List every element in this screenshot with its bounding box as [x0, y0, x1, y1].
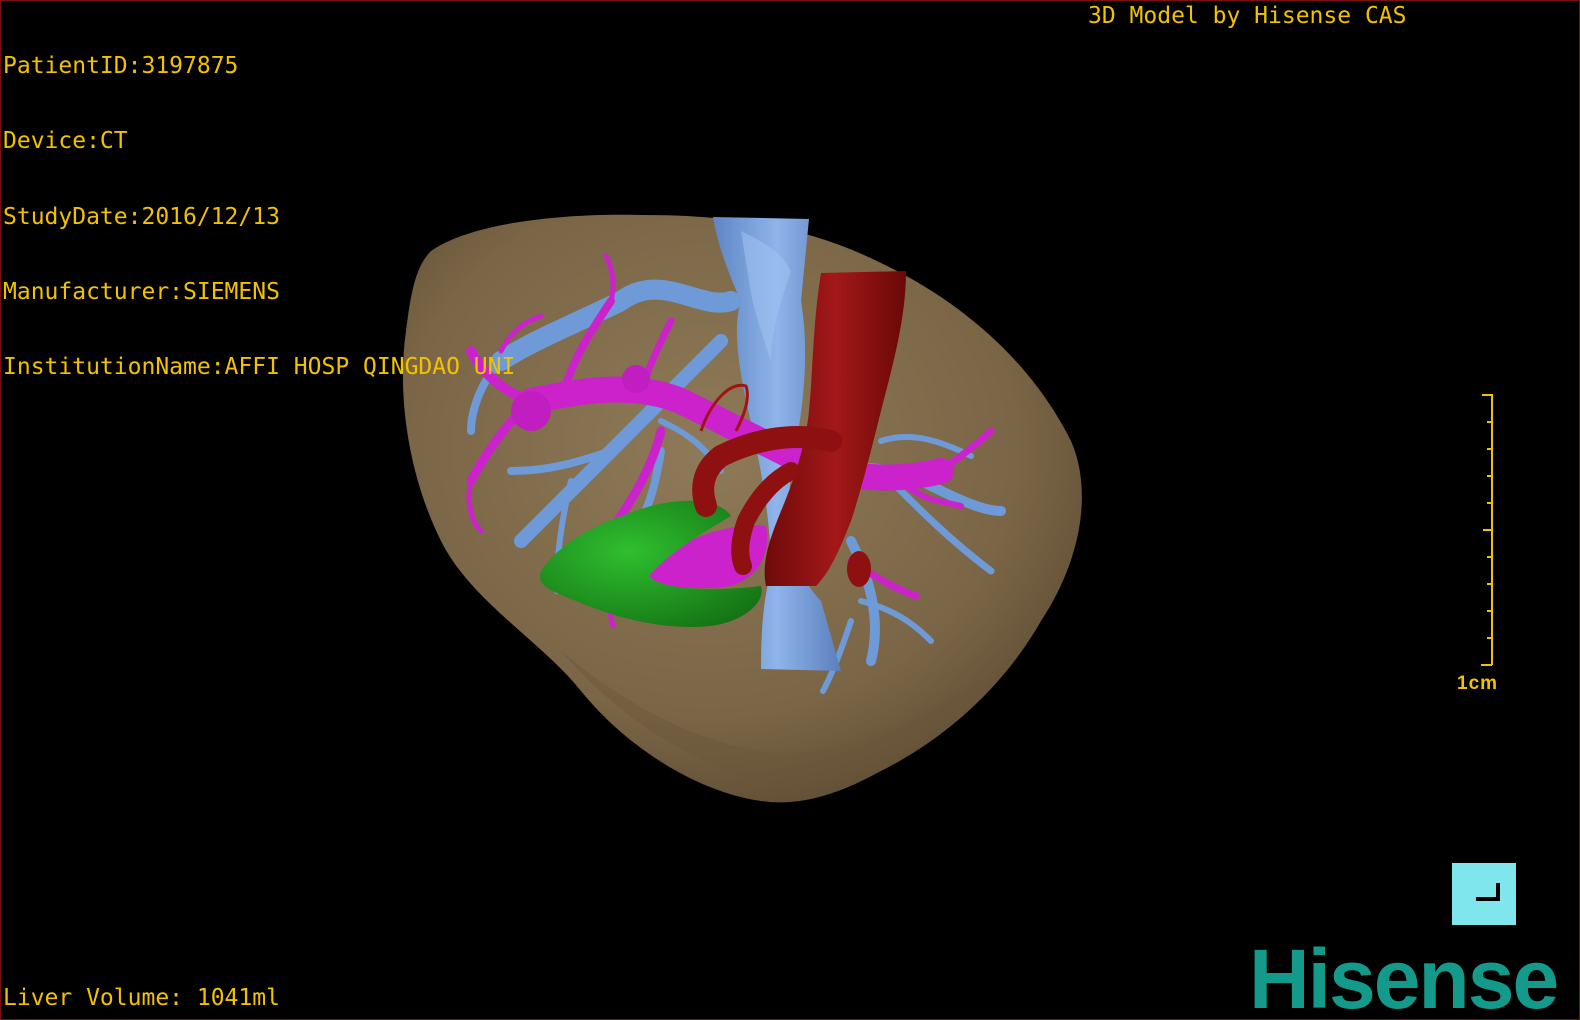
view-reset-button[interactable] [1452, 863, 1516, 925]
device: Device:CT [3, 128, 128, 155]
scale-bar [1481, 394, 1493, 666]
portal-vein-node [622, 365, 650, 393]
liver-volume: Liver Volume: 1041ml [3, 985, 280, 1011]
3d-viewport[interactable]: PatientID:3197875 Device:CT StudyDate:20… [0, 0, 1580, 1020]
study-date: StudyDate:2016/12/13 [3, 203, 280, 230]
hepatic-artery-branch [847, 551, 871, 587]
patient-info: PatientID:3197875 Device:CT StudyDate:20… [3, 4, 515, 430]
scale-label: 1cm [1457, 673, 1499, 694]
manufacturer: Manufacturer:SIEMENS [3, 278, 280, 305]
model-credit: 3D Model by Hisense CAS [1088, 3, 1407, 29]
hisense-logo: Hisense [1249, 932, 1559, 1020]
corner-view-icon [1452, 863, 1516, 925]
patient-id: PatientID:3197875 [3, 53, 239, 79]
institution-name: InstitutionName:AFFI HOSP QINGDAO UNI [3, 354, 516, 381]
portal-vein-node [511, 391, 551, 431]
